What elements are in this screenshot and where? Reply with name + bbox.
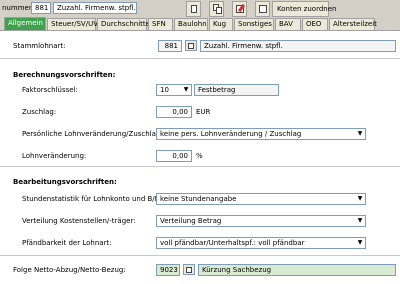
folge-netto-name-field[interactable]: Kürzung Sachbezug xyxy=(198,264,396,276)
lohnveraenderung-field[interactable]: 0,00 xyxy=(156,150,192,162)
header-name-field[interactable]: Zuzahl. Firmenw. stpfl. xyxy=(53,2,137,14)
delete-button[interactable] xyxy=(255,1,270,17)
bearbeitung-section-title: Bearbeitungsvorschriften: xyxy=(13,178,117,186)
tab-sonstiges[interactable]: Sonstiges xyxy=(234,18,274,30)
edit-button[interactable] xyxy=(232,1,247,17)
pfaendbarkeit-select-value: voll pfändbar/Unterhaltspf.: voll pfändb… xyxy=(160,239,305,247)
lohnveraenderung-label: Lohnveränderung: xyxy=(22,152,87,160)
chevron-down-icon: ▼ xyxy=(357,195,363,202)
chevron-down-icon: ▼ xyxy=(183,86,189,93)
zuschlag-label: Zuschlag: xyxy=(22,108,57,116)
stundenstatistik-label: Stundenstatistik für Lohnkonto und B/N: xyxy=(22,195,163,203)
chevron-down-icon: ▼ xyxy=(357,130,363,137)
zuschlag-field[interactable]: 0,00 xyxy=(156,106,192,118)
copy-button[interactable] xyxy=(209,1,224,17)
tab-kug[interactable]: Kug xyxy=(209,18,233,30)
pfaendbarkeit-select[interactable]: voll pfändbar/Unterhaltspf.: voll pfändb… xyxy=(156,237,366,249)
toolbar: nummer: 881 Zuzahl. Firmenw. stpfl. Kont… xyxy=(0,0,400,17)
zuschlag-unit: EUR xyxy=(196,108,211,116)
tab-altersteilzeit[interactable]: Altersteilzeit xyxy=(329,18,377,30)
stammlohnart-name-field[interactable]: Zuzahl. Firmenw. stpfl. xyxy=(200,40,396,52)
pers-lohnver-label: Persönliche Lohnveränderung/Zuschlag: xyxy=(22,130,163,138)
kostenstellen-select-value: Verteilung Betrag xyxy=(160,217,222,225)
faktor-text-field: Festbetrag xyxy=(194,84,279,96)
stundenstatistik-select-value: keine Stundenangabe xyxy=(160,195,237,203)
lookup-icon xyxy=(188,43,194,49)
tab-content-allgemein: Stammlohnart: 881 Zuzahl. Firmenw. stpfl… xyxy=(0,30,400,284)
pfaendbarkeit-label: Pfändbarkeit der Lohnart: xyxy=(22,239,112,247)
kostenstellen-select[interactable]: Verteilung Betrag ▼ xyxy=(156,215,366,227)
konten-zuordnen-label: Konten zuordnen xyxy=(277,5,337,13)
new-document-button[interactable] xyxy=(186,1,201,17)
stundenstatistik-select[interactable]: keine Stundenangabe ▼ xyxy=(156,193,366,205)
number-label: nummer: xyxy=(2,4,34,12)
tab-bav[interactable]: BAV xyxy=(275,18,301,30)
divider xyxy=(0,255,400,256)
chevron-down-icon: ▼ xyxy=(357,239,363,246)
konten-zuordnen-button[interactable]: Konten zuordnen xyxy=(272,1,336,17)
stammlohnart-label: Stammlohnart: xyxy=(13,42,66,50)
berechnung-section-title: Berechnungsvorschriften: xyxy=(13,71,116,79)
delete-icon xyxy=(259,5,267,13)
faktor-select-value: 10 xyxy=(160,86,169,94)
kostenstellen-label: Verteilung Kostenstellen/-träger: xyxy=(22,217,136,225)
faktor-select[interactable]: 10 ▼ xyxy=(156,84,192,96)
divider xyxy=(0,58,400,59)
tab-sfn[interactable]: SFN xyxy=(148,18,173,30)
tab-steuer-sv-uv[interactable]: Steuer/SV/UV xyxy=(47,18,98,30)
folge-netto-lookup-button[interactable] xyxy=(183,264,195,275)
lohnveraenderung-unit: % xyxy=(196,152,203,160)
folge-netto-label: Folge Netto-Abzug/Netto-Bezug: xyxy=(13,266,126,274)
folge-netto-number-field[interactable]: 9023 xyxy=(156,264,180,276)
header-number-field[interactable]: 881 xyxy=(31,2,51,14)
tab-durchschnitte[interactable]: Durchschnitte xyxy=(97,18,150,30)
pers-lohnver-select-value: keine pers. Lohnveränderung / Zuschlag xyxy=(160,130,302,138)
faktor-label: Faktorschlüssel: xyxy=(22,86,78,94)
tab-oeo[interactable]: OEO xyxy=(302,18,328,30)
new-document-icon xyxy=(191,5,197,13)
pers-lohnver-select[interactable]: keine pers. Lohnveränderung / Zuschlag ▼ xyxy=(156,128,366,140)
copy-icon-back xyxy=(216,7,222,14)
tab-allgemein[interactable]: Allgemein xyxy=(4,17,46,31)
stammlohnart-number-field[interactable]: 881 xyxy=(158,40,182,52)
tab-baulohn[interactable]: Baulohn xyxy=(174,18,208,30)
chevron-down-icon: ▼ xyxy=(357,217,363,224)
lookup-icon xyxy=(186,267,192,273)
divider xyxy=(0,166,400,167)
stammlohnart-lookup-button[interactable] xyxy=(185,40,197,51)
